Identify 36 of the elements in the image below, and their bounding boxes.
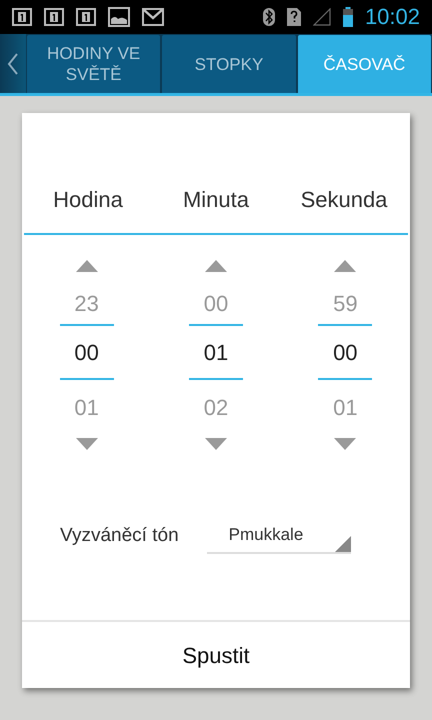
back-chevron-icon[interactable] <box>7 52 19 74</box>
notification-icon <box>44 8 64 26</box>
start-button[interactable]: Spustit <box>22 620 410 688</box>
picker-value[interactable]: 01 <box>74 380 99 436</box>
picker-value[interactable]: 00 <box>204 284 228 324</box>
ringtone-dropdown[interactable]: Pmukkale <box>206 518 351 554</box>
notification-icon <box>12 8 32 26</box>
down-arrow-icon[interactable] <box>334 438 356 450</box>
picker-value[interactable]: 01 <box>333 380 358 436</box>
battery-icon <box>342 7 353 27</box>
image-icon <box>108 7 130 27</box>
tab[interactable]: STOPKY <box>162 35 296 93</box>
down-arrow-icon[interactable] <box>204 438 227 450</box>
column-label: Hodina <box>53 186 123 214</box>
down-arrow-icon[interactable] <box>76 438 98 450</box>
dropdown-corner-icon <box>334 536 351 552</box>
column-label: Sekunda <box>300 186 388 214</box>
picker-value[interactable]: 23 <box>74 284 99 324</box>
picker-value[interactable]: 02 <box>204 380 228 436</box>
clock-time: 10:02 <box>364 6 420 28</box>
signal-icon <box>312 8 331 26</box>
up-arrow-icon[interactable] <box>76 260 98 272</box>
picker-value[interactable]: 59 <box>333 284 358 324</box>
picker-selected-value[interactable]: 01 <box>204 336 228 368</box>
up-arrow-icon[interactable] <box>204 260 227 272</box>
column-label: Minuta <box>182 186 250 214</box>
mail-icon <box>142 8 164 26</box>
ringtone-label: Vyzváněcí tón <box>60 524 179 548</box>
bluetooth-icon <box>262 8 275 26</box>
sim-card-icon <box>286 8 301 26</box>
notification-icon <box>76 8 96 26</box>
tab[interactable]: HODINY VE SVĚTĚ <box>27 35 160 93</box>
up-arrow-icon[interactable] <box>334 260 356 272</box>
picker-selected-value[interactable]: 00 <box>74 336 99 368</box>
tab[interactable]: ČASOVAČ <box>298 35 431 93</box>
picker-selected-value[interactable]: 00 <box>333 336 358 368</box>
